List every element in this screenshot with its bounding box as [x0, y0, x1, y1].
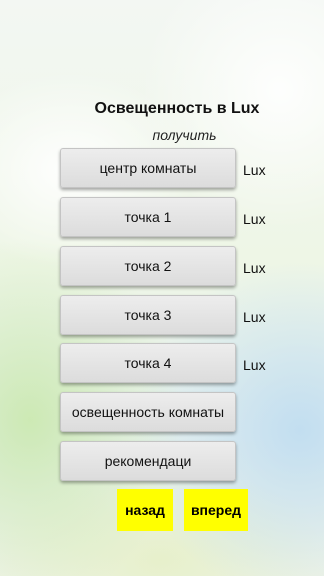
lux-unit-label: Lux: [243, 309, 266, 325]
back-button[interactable]: назад: [117, 489, 173, 531]
lux-unit-label: Lux: [243, 162, 266, 178]
recommendations-button[interactable]: рекомендаци: [60, 441, 236, 481]
room-center-button[interactable]: центр комнаты: [60, 148, 236, 188]
room-illuminance-button[interactable]: освещенность комнаты: [60, 392, 236, 432]
lux-unit-label: Lux: [243, 211, 266, 227]
point-3-button[interactable]: точка 3: [60, 295, 236, 335]
get-label: получить: [152, 127, 217, 143]
lux-unit-label: Lux: [243, 357, 266, 373]
point-4-button[interactable]: точка 4: [60, 343, 236, 383]
point-1-button[interactable]: точка 1: [60, 197, 236, 237]
forward-button[interactable]: вперед: [184, 489, 248, 531]
page-title: Освещенность в Lux: [94, 100, 260, 117]
point-2-button[interactable]: точка 2: [60, 246, 236, 286]
lux-unit-label: Lux: [243, 260, 266, 276]
